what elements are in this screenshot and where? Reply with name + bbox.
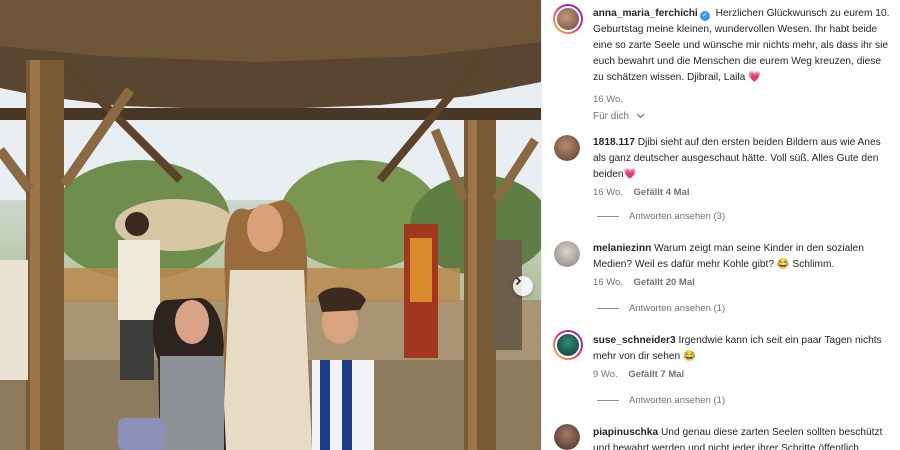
chevron-down-icon — [636, 113, 645, 119]
caption-heart-emoji: 💗 — [748, 72, 761, 83]
replies-divider — [597, 400, 619, 401]
chevron-right-icon — [515, 276, 522, 286]
comments-panel: anna_maria_ferchichi ✓ Herzlichen Glückwu… — [541, 0, 900, 450]
comment-avatar[interactable] — [554, 135, 580, 161]
comment-likes[interactable]: Gefällt 4 Mal — [634, 187, 690, 198]
comment-avatar[interactable] — [553, 330, 583, 360]
next-image-button[interactable] — [513, 276, 533, 296]
comment-time: 9 Wo. — [593, 369, 618, 380]
comment-heart-emoji: 💗 — [623, 169, 637, 180]
comment-item: melaniezinn Warum zeigt man seine Kinder… — [593, 241, 893, 291]
view-replies-button[interactable]: Antworten ansehen (1) — [597, 303, 725, 314]
comment-filter-label: Für dich — [593, 111, 630, 122]
comment-username[interactable]: piapinuschka — [593, 427, 658, 438]
view-replies-button[interactable]: Antworten ansehen (1) — [597, 395, 725, 406]
author-username[interactable]: anna_maria_ferchichi — [593, 8, 698, 19]
comment-time: 16 Wo. — [593, 277, 623, 288]
comment-avatar[interactable] — [554, 424, 580, 450]
author-avatar[interactable] — [553, 4, 583, 34]
comment-username[interactable]: 1818.117 — [593, 137, 635, 148]
caption-time: 16 Wo. — [593, 94, 623, 105]
post-caption: anna_maria_ferchichi ✓ Herzlichen Glückwu… — [593, 6, 893, 108]
comment-filter-dropdown[interactable]: Für dich — [593, 111, 645, 122]
comment-username[interactable]: melaniezinn — [593, 243, 651, 254]
comment-item: suse_schneider3 Irgendwie kann ich seit … — [593, 333, 893, 383]
caption-text: Herzlichen Glückwunsch zu eurem 10. Gebu… — [593, 8, 890, 83]
comment-likes[interactable]: Gefällt 7 Mal — [628, 369, 684, 380]
comment-text-after: Schlimm. — [792, 259, 835, 270]
comment-laugh-emoji: 😂 — [776, 259, 790, 270]
view-replies-label: Antworten ansehen (1) — [629, 303, 726, 314]
view-replies-label: Antworten ansehen (1) — [629, 395, 726, 406]
comment-likes[interactable]: Gefällt 20 Mal — [634, 277, 695, 288]
comment-time: 16 Wo. — [593, 187, 623, 198]
comment-avatar[interactable] — [554, 241, 580, 267]
comment-username[interactable]: suse_schneider3 — [593, 335, 676, 346]
photo-scene — [0, 0, 541, 450]
comment-item: 1818.117 Djibi sieht auf den ersten beid… — [593, 135, 893, 201]
view-replies-button[interactable]: Antworten ansehen (3) — [597, 211, 725, 222]
view-replies-label: Antworten ansehen (3) — [629, 211, 726, 222]
comment-item: piapinuschka Und genau diese zarten Seel… — [593, 425, 893, 450]
post-image[interactable] — [0, 0, 541, 450]
comment-laugh-emoji: 😂 — [683, 351, 696, 362]
replies-divider — [597, 308, 619, 309]
replies-divider — [597, 216, 619, 217]
verified-badge-icon: ✓ — [699, 11, 710, 21]
